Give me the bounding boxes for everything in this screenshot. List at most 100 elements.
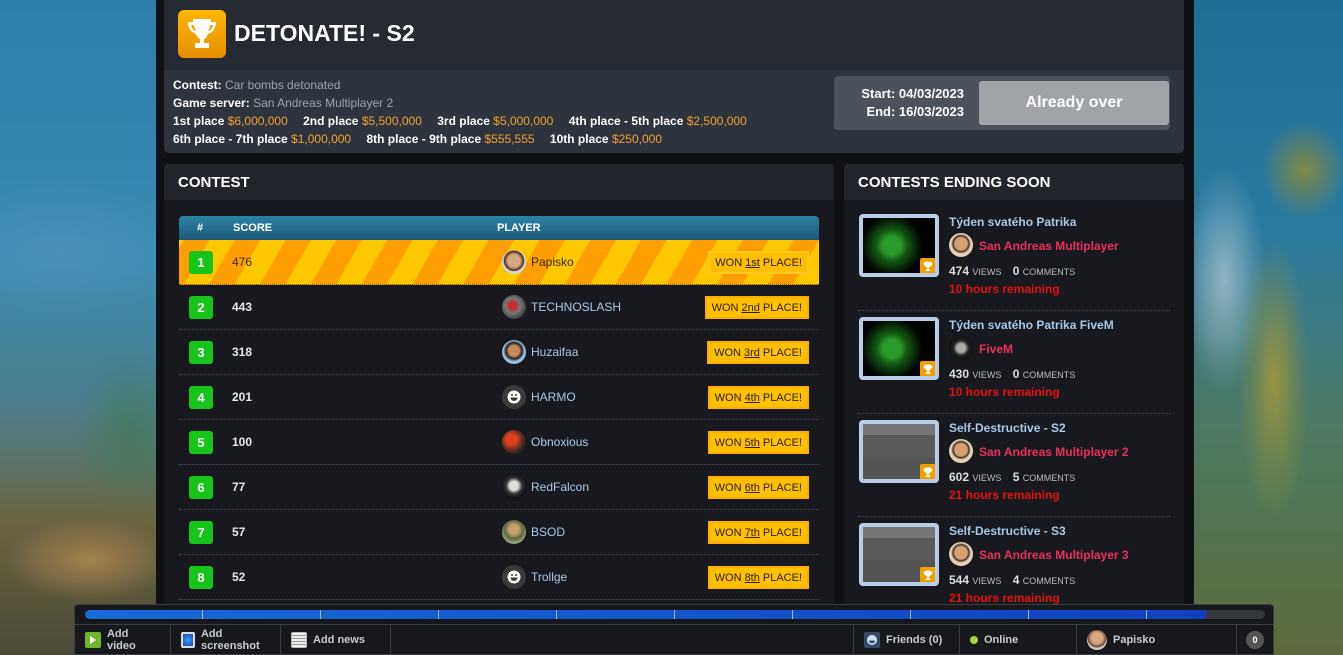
contest-info: Contest: Car bombs detonated Game server… <box>164 70 1184 153</box>
table-row: 1 476 Papisko WON 1st PLACE! <box>179 240 819 285</box>
player-avatar[interactable] <box>502 475 526 499</box>
contest-title-link[interactable]: Týden svatého Patrika <box>949 215 1076 229</box>
player-name-link[interactable]: Papisko <box>531 255 574 269</box>
prize-place: 8th place - 9th place <box>366 132 482 146</box>
add-screenshot-label: Add screenshot <box>200 628 260 652</box>
comments-label: COMMENTS <box>1022 576 1076 586</box>
trophy-icon <box>920 464 935 479</box>
table-row: 4 201 HARMO WON 4th PLACE! <box>179 375 819 420</box>
contest-thumbnail[interactable] <box>859 317 939 380</box>
contest-stats: 474 VIEWS 0 COMMENTS <box>949 264 1083 278</box>
contest-title-link[interactable]: Self-Destructive - S3 <box>949 524 1066 538</box>
table-row: 3 318 Huzaifaa WON 3rd PLACE! <box>179 330 819 375</box>
contest-thumbnail[interactable] <box>859 523 939 586</box>
won-suffix: PLACE! <box>762 571 802 584</box>
status-label: Online <box>984 634 1019 646</box>
rank-badge: 3 <box>189 341 213 364</box>
player-avatar[interactable] <box>502 385 526 409</box>
comments-count: 4 <box>1012 573 1020 587</box>
server-label: Game server: <box>173 96 250 110</box>
player-name-link[interactable]: RedFalcon <box>531 480 589 494</box>
won-place: 4th <box>744 391 760 404</box>
add-video-button[interactable]: Add video <box>75 625 171 655</box>
won-place: 5th <box>744 436 760 449</box>
prize-place: 10th place <box>549 132 609 146</box>
leaderboard-table: # SCORE PLAYER 1 476 Papisko WON 1st PLA… <box>179 216 819 600</box>
rank-badge: 4 <box>189 386 213 409</box>
won-prefix: WON <box>714 436 742 449</box>
contest-thumbnail[interactable] <box>859 420 939 483</box>
prizes-line-2: 6th place - 7th place $1,000,000 8th pla… <box>173 130 1175 148</box>
player-avatar[interactable] <box>502 565 526 589</box>
player-name-link[interactable]: HARMO <box>531 390 576 404</box>
server-link[interactable]: San Andreas Multiplayer <box>979 239 1119 253</box>
trophy-icon <box>920 567 935 582</box>
player-score: 100 <box>232 435 253 449</box>
server-avatar <box>949 336 973 360</box>
rank-badge: 6 <box>189 476 213 499</box>
server-link[interactable]: FiveM <box>979 342 1013 356</box>
player-avatar[interactable] <box>502 340 526 364</box>
table-header: # SCORE PLAYER <box>179 216 819 240</box>
server-avatar <box>949 439 973 463</box>
progress-fill <box>85 610 1206 619</box>
already-over-button[interactable]: Already over <box>979 81 1169 125</box>
rank-badge: 2 <box>189 296 213 319</box>
won-suffix: PLACE! <box>762 256 802 269</box>
player-name-link[interactable]: Trollge <box>531 570 567 584</box>
player-avatar[interactable] <box>502 250 526 274</box>
contest-title-link[interactable]: Týden svatého Patrika FiveM <box>949 318 1114 332</box>
notification-badge: 0 <box>1246 631 1264 649</box>
start-date: Start: 04/03/2023 <box>861 86 964 101</box>
player-name-link[interactable]: Obnoxious <box>531 435 588 449</box>
contest-heading: CONTEST <box>164 164 834 200</box>
contest-list-item[interactable]: Self-Destructive - S2 San Andreas Multip… <box>858 414 1170 517</box>
online-status[interactable]: Online <box>960 625 1077 655</box>
player-score: 201 <box>232 390 253 404</box>
add-screenshot-button[interactable]: Add screenshot <box>171 625 281 655</box>
contest-list-item[interactable]: Týden svatého Patrika FiveM FiveM 430 VI… <box>858 311 1170 414</box>
prize-amount: $5,500,000 <box>361 114 422 128</box>
player-name-link[interactable]: TECHNOSLASH <box>531 300 621 314</box>
notifications-button[interactable]: 0 <box>1237 625 1273 655</box>
contest-list-item[interactable]: Týden svatého Patrika San Andreas Multip… <box>858 208 1170 311</box>
views-count: 544 <box>949 573 970 587</box>
won-suffix: PLACE! <box>762 391 802 404</box>
comments-count: 0 <box>1012 264 1020 278</box>
prize-amount: $6,000,000 <box>227 114 288 128</box>
prize-place: 1st place <box>173 114 225 128</box>
won-place-badge: WON 7th PLACE! <box>707 521 809 544</box>
won-place-badge: WON 8th PLACE! <box>707 566 809 589</box>
prize-amount: $250,000 <box>611 132 663 146</box>
prize-amount: $2,500,000 <box>686 114 747 128</box>
contest-title-link[interactable]: Self-Destructive - S2 <box>949 421 1066 435</box>
player-name-link[interactable]: Huzaifaa <box>531 345 578 359</box>
player-avatar[interactable] <box>502 520 526 544</box>
screenshot-icon <box>181 632 195 648</box>
player-avatar[interactable] <box>502 295 526 319</box>
won-prefix: WON <box>714 481 742 494</box>
rank-badge: 7 <box>189 521 213 544</box>
user-menu[interactable]: Papisko <box>1077 625 1237 655</box>
won-suffix: PLACE! <box>762 346 802 359</box>
add-news-button[interactable]: Add news <box>281 625 391 655</box>
contest-label: Contest: <box>173 78 222 92</box>
views-label: VIEWS <box>972 576 1002 586</box>
won-place-badge: WON 1st PLACE! <box>708 251 809 274</box>
prize-place: 3rd place <box>437 114 490 128</box>
won-suffix: PLACE! <box>762 436 802 449</box>
prize-place: 2nd place <box>303 114 359 128</box>
won-prefix: WON <box>711 301 739 314</box>
time-remaining: 21 hours remaining <box>949 591 1060 605</box>
contest-thumbnail[interactable] <box>859 214 939 277</box>
trophy-icon <box>920 361 935 376</box>
player-avatar[interactable] <box>502 430 526 454</box>
server-link[interactable]: San Andreas Multiplayer 2 <box>979 445 1129 459</box>
player-name-link[interactable]: BSOD <box>531 525 565 539</box>
server-avatar <box>949 233 973 257</box>
comments-label: COMMENTS <box>1022 473 1076 483</box>
server-link[interactable]: San Andreas Multiplayer 3 <box>979 548 1129 562</box>
ending-soon-panel: CONTESTS ENDING SOON Týden svatého Patri… <box>844 164 1184 655</box>
friends-button[interactable]: Friends (0) <box>853 625 960 655</box>
contest-stats: 544 VIEWS 4 COMMENTS <box>949 573 1083 587</box>
